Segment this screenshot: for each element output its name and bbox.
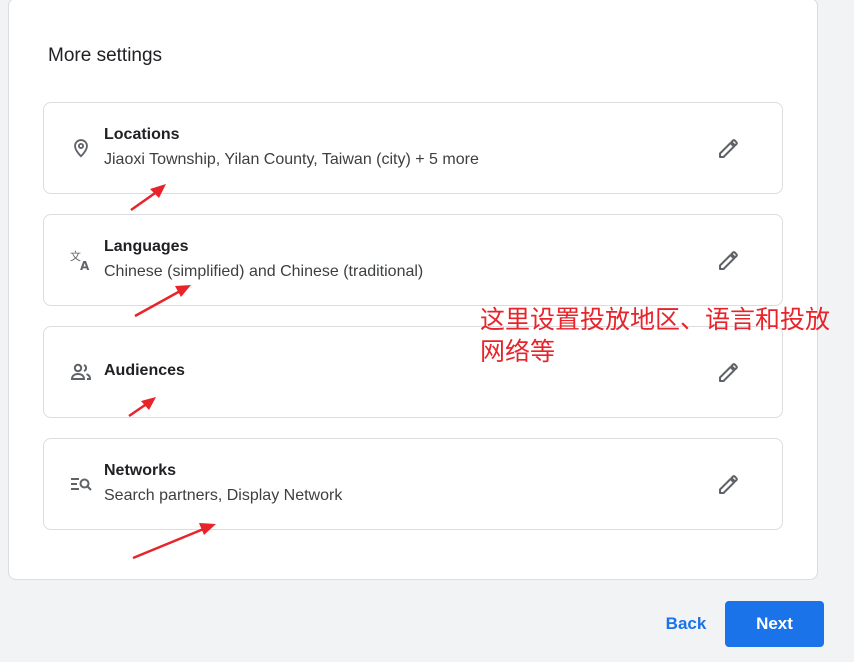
back-button[interactable]: Back xyxy=(656,608,716,640)
annotation-note: 这里设置投放地区、语言和投放网络等 xyxy=(480,305,831,366)
annotation-arrow xyxy=(134,285,191,318)
next-button[interactable]: Next xyxy=(725,601,824,647)
page: More settings Locations Jiaoxi Township,… xyxy=(0,0,854,662)
annotation-arrow xyxy=(132,523,216,560)
annotation-arrow xyxy=(130,184,166,212)
annotation-arrow xyxy=(128,397,156,418)
